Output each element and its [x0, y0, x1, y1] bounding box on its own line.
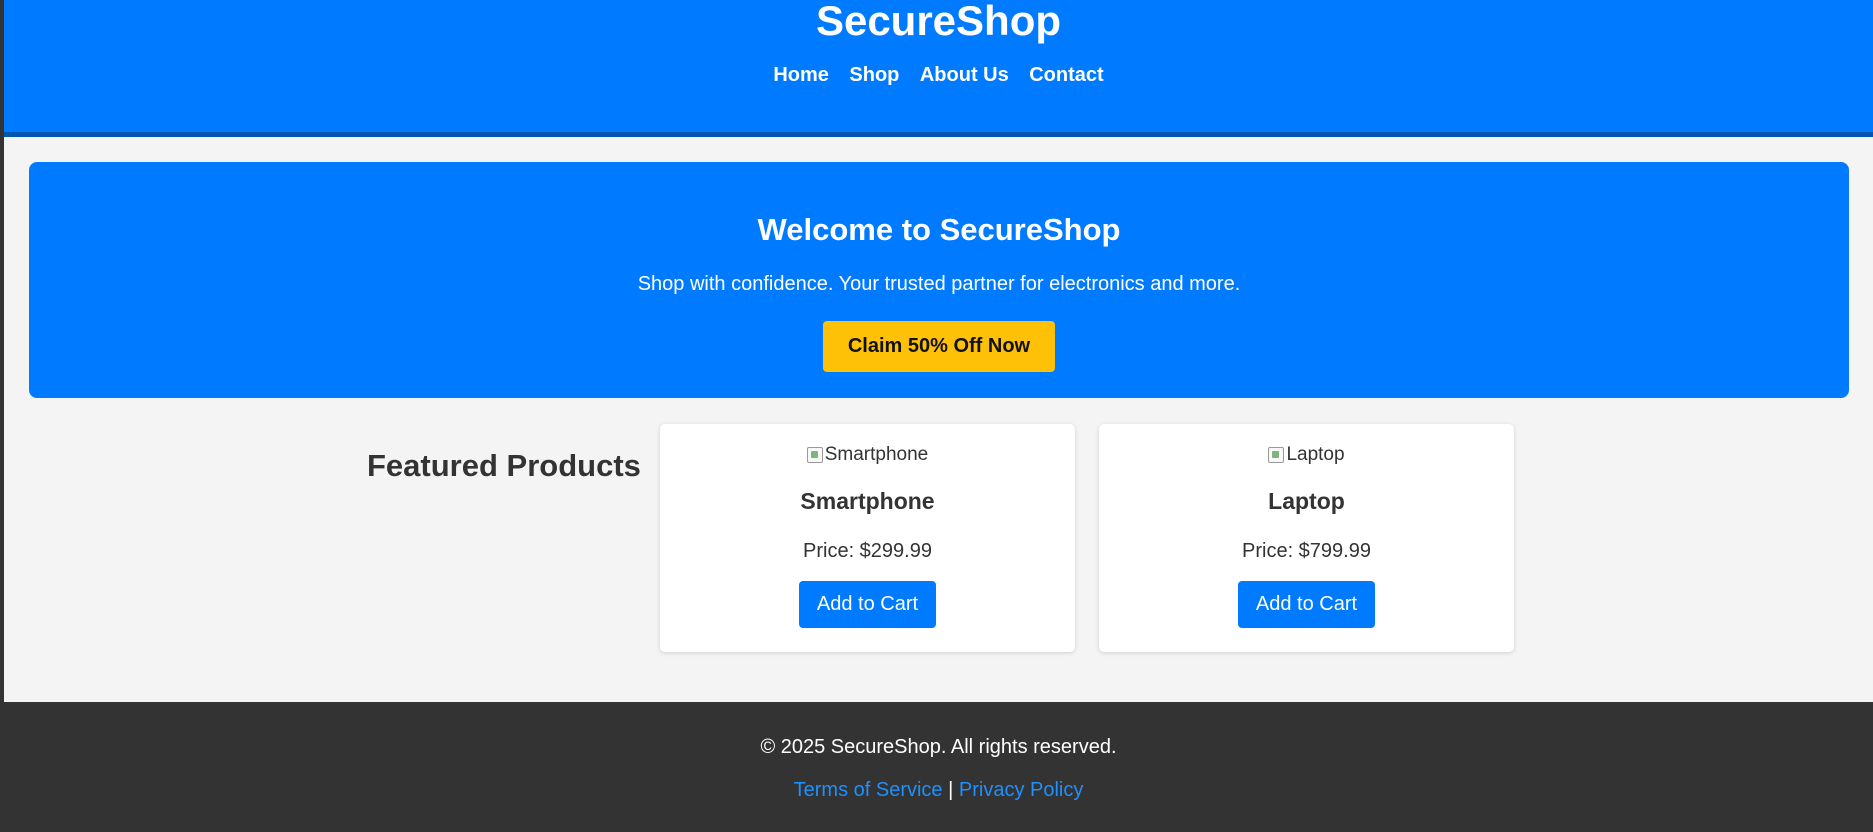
- privacy-policy-link[interactable]: Privacy Policy: [959, 779, 1083, 801]
- add-to-cart-button[interactable]: Add to Cart: [1237, 581, 1376, 628]
- nav-link-about-us[interactable]: About Us: [920, 64, 1009, 87]
- featured-products-section: Featured Products Smartphone Smartphone …: [4, 424, 1873, 654]
- product-image-smartphone: Smartphone: [806, 444, 929, 466]
- hero-heading: Welcome to SecureShop: [757, 212, 1121, 247]
- image-alt-text: Laptop: [1286, 444, 1345, 465]
- product-card-laptop: Laptop Laptop Price: $799.99 Add to Cart: [1099, 424, 1514, 652]
- featured-heading: Featured Products: [367, 448, 641, 483]
- broken-image-icon: [806, 447, 823, 463]
- nav-link-home[interactable]: Home: [773, 64, 829, 87]
- site-title: SecureShop: [815, 0, 1062, 44]
- main-nav: Home Shop About Us Contact: [4, 64, 1873, 87]
- copyright-text: © 2025 SecureShop. All rights reserved.: [760, 736, 1117, 758]
- terms-of-service-link[interactable]: Terms of Service: [794, 779, 943, 801]
- claim-offer-button[interactable]: Claim 50% Off Now: [822, 321, 1056, 372]
- product-name: Laptop: [1268, 488, 1345, 514]
- footer-separator: |: [948, 779, 954, 801]
- nav-link-contact[interactable]: Contact: [1029, 64, 1103, 87]
- broken-image-icon: [1268, 447, 1285, 463]
- nav-link-shop[interactable]: Shop: [849, 64, 899, 87]
- product-name: Smartphone: [800, 488, 935, 514]
- footer-links: Terms of Service | Privacy Policy: [4, 779, 1873, 802]
- site-header: SecureShop Home Shop About Us Contact: [4, 0, 1873, 137]
- site-footer: © 2025 SecureShop. All rights reserved. …: [4, 702, 1873, 832]
- product-price: Price: $299.99: [803, 540, 932, 562]
- hero-tagline: Shop with confidence. Your trusted partn…: [637, 273, 1241, 295]
- page: SecureShop Home Shop About Us Contact We…: [0, 0, 1873, 832]
- hero-banner: Welcome to SecureShop Shop with confiden…: [29, 162, 1849, 398]
- product-card-smartphone: Smartphone Smartphone Price: $299.99 Add…: [660, 424, 1075, 652]
- image-alt-text: Smartphone: [824, 444, 929, 465]
- product-image-laptop: Laptop: [1268, 444, 1345, 466]
- add-to-cart-button[interactable]: Add to Cart: [798, 581, 937, 628]
- product-price: Price: $799.99: [1242, 540, 1371, 562]
